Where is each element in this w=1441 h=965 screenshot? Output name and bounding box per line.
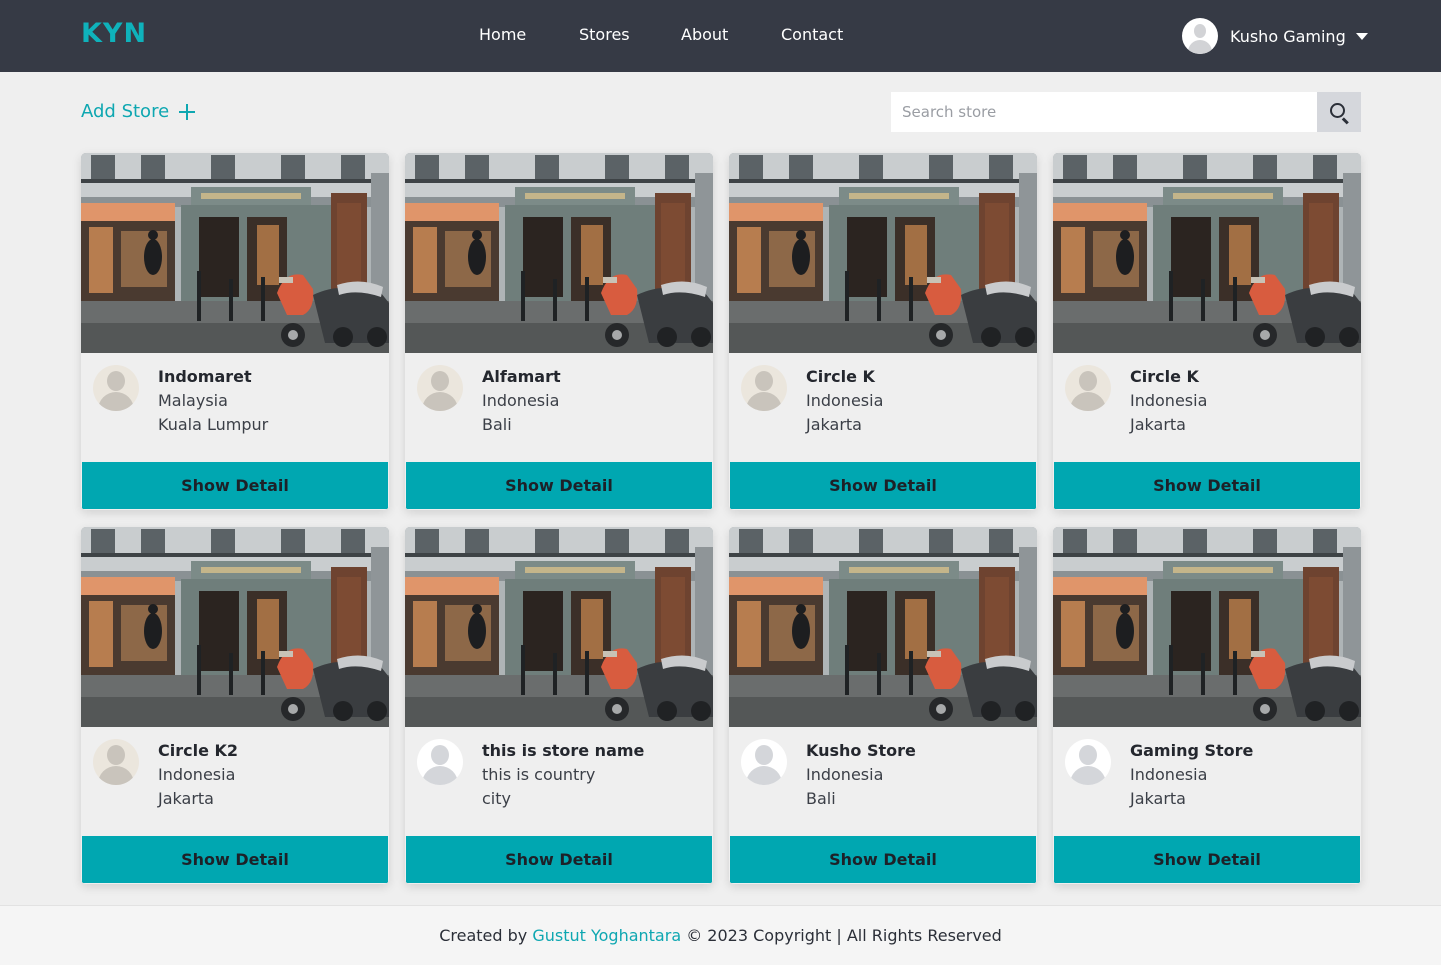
store-country: Indonesia <box>482 391 560 410</box>
add-store-button[interactable]: Add Store <box>81 101 196 122</box>
store-country: Indonesia <box>806 391 884 410</box>
add-store-label: Add Store <box>81 101 170 122</box>
footer-text: Created by Gustut Yoghantara © 2023 Copy… <box>0 926 1441 945</box>
store-avatar <box>93 365 139 411</box>
search-icon <box>1330 103 1345 118</box>
store-card: Alfamart Indonesia Bali Show Detail <box>405 153 713 510</box>
show-detail-button[interactable]: Show Detail <box>82 836 388 883</box>
store-name: Gaming Store <box>1130 741 1254 760</box>
store-city: Bali <box>806 789 836 808</box>
store-country: Indonesia <box>158 765 236 784</box>
show-detail-button[interactable]: Show Detail <box>730 836 1036 883</box>
store-name: Circle K <box>806 367 875 386</box>
store-city: Jakarta <box>806 415 862 434</box>
nav-link-home[interactable]: Home <box>479 25 526 44</box>
store-avatar <box>93 739 139 785</box>
store-image <box>405 153 713 353</box>
store-city: Jakarta <box>158 789 214 808</box>
store-image <box>1053 153 1361 353</box>
user-avatar <box>1182 18 1218 54</box>
search-input[interactable] <box>891 92 1317 132</box>
store-country: Malaysia <box>158 391 228 410</box>
store-card: Kusho Store Indonesia Bali Show Detail <box>729 527 1037 884</box>
store-city: Jakarta <box>1130 415 1186 434</box>
store-card: Circle K Indonesia Jakarta Show Detail <box>729 153 1037 510</box>
store-name: this is store name <box>482 741 645 760</box>
search-bar <box>891 92 1361 132</box>
store-name: Circle K2 <box>158 741 239 760</box>
store-card: Gaming Store Indonesia Jakarta Show Detail <box>1053 527 1361 884</box>
footer: Created by Gustut Yoghantara © 2023 Copy… <box>0 905 1441 965</box>
store-avatar <box>417 365 463 411</box>
store-city: Jakarta <box>1130 789 1186 808</box>
store-avatar <box>1065 739 1111 785</box>
show-detail-button[interactable]: Show Detail <box>406 462 712 509</box>
navbar: KYN Home Stores About Contact Kusho Gami… <box>0 0 1441 72</box>
show-detail-button[interactable]: Show Detail <box>1054 462 1360 509</box>
store-name: Circle K <box>1130 367 1199 386</box>
caret-down-icon <box>1355 32 1368 40</box>
store-avatar <box>417 739 463 785</box>
store-name: Alfamart <box>482 367 561 386</box>
store-card: Circle K Indonesia Jakarta Show Detail <box>1053 153 1361 510</box>
store-image <box>1053 527 1361 727</box>
show-detail-button[interactable]: Show Detail <box>1054 836 1360 883</box>
footer-prefix: Created by <box>439 926 528 945</box>
plus-icon <box>179 103 196 120</box>
footer-author-link[interactable]: Gustut Yoghantara <box>532 926 681 945</box>
footer-copyright: © 2023 Copyright | All Rights Reserved <box>686 926 1002 945</box>
search-button[interactable] <box>1317 92 1361 132</box>
store-country: this is country <box>482 765 596 784</box>
store-image <box>729 153 1037 353</box>
show-detail-button[interactable]: Show Detail <box>82 462 388 509</box>
store-card: Circle K2 Indonesia Jakarta Show Detail <box>81 527 389 884</box>
nav-link-contact[interactable]: Contact <box>781 25 843 44</box>
store-avatar <box>741 739 787 785</box>
show-detail-button[interactable]: Show Detail <box>730 462 1036 509</box>
store-avatar <box>1065 365 1111 411</box>
store-image <box>81 527 389 727</box>
store-card: Indomaret Malaysia Kuala Lumpur Show Detail <box>81 153 389 510</box>
nav-link-stores[interactable]: Stores <box>579 25 630 44</box>
store-avatar <box>741 365 787 411</box>
user-menu[interactable]: Kusho Gaming <box>1182 18 1368 54</box>
store-image <box>81 153 389 353</box>
show-detail-button[interactable]: Show Detail <box>406 836 712 883</box>
nav-link-about[interactable]: About <box>681 25 728 44</box>
user-name: Kusho Gaming <box>1230 26 1346 46</box>
store-country: Indonesia <box>1130 391 1208 410</box>
store-image <box>405 527 713 727</box>
store-country: Indonesia <box>1130 765 1208 784</box>
store-image <box>729 527 1037 727</box>
store-city: Bali <box>482 415 512 434</box>
store-name: Kusho Store <box>806 741 916 760</box>
store-country: Indonesia <box>806 765 884 784</box>
store-city: city <box>482 789 511 808</box>
store-name: Indomaret <box>158 367 252 386</box>
store-card: this is store name this is country city Sho… <box>405 527 713 884</box>
store-city: Kuala Lumpur <box>158 415 269 434</box>
